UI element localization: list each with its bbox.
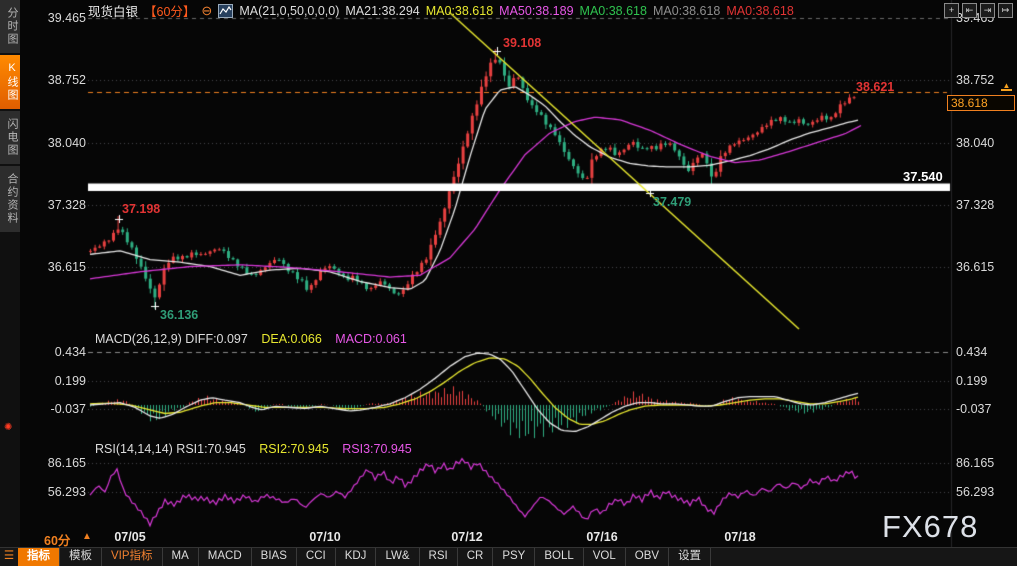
- chart-type-icon[interactable]: [218, 4, 233, 18]
- trendline-value-label: 37.479: [653, 195, 691, 209]
- date-tick: 07/12: [451, 530, 482, 544]
- price-axis-right: 37.328: [956, 198, 994, 212]
- macd-params: MACD(26,12,9) DIFF:0.097: [95, 332, 248, 346]
- toolbar-tab-vol[interactable]: VOL: [584, 548, 626, 566]
- pan-icon[interactable]: ↦: [998, 3, 1013, 18]
- swing-high-label: 39.108: [503, 36, 541, 50]
- indicator-toolbar: ☰ 指标 模板 VIP指标 MA MACD BIAS CCI KDJ LW& R…: [0, 547, 1017, 566]
- rsi-axis-left: 56.293: [36, 485, 86, 499]
- price-axis-left: 36.615: [36, 260, 86, 274]
- chart-tool-icons: + ⇤ ⇥ ↦: [944, 3, 1013, 18]
- sidebar-tab-timeline[interactable]: 分时图: [0, 0, 20, 53]
- rsi-header[interactable]: RSI(14,14,14) RSI1:70.945 RSI2:70.945 RS…: [95, 442, 412, 456]
- toolbar-tab-kdj[interactable]: KDJ: [336, 548, 377, 566]
- rsi3-value: RSI3:70.945: [342, 442, 412, 456]
- macd-axis-right: -0.037: [956, 402, 991, 416]
- ma0-yellow-value: MA0:38.618: [426, 4, 493, 18]
- sidebar-tab-contract-info[interactable]: 合约资料: [0, 166, 20, 232]
- toolbar-tab-settings[interactable]: 设置: [669, 548, 711, 566]
- menu-icon[interactable]: ☰: [0, 548, 18, 566]
- scale-left-icon[interactable]: ⇤: [962, 3, 977, 18]
- macd-axis-left: 0.199: [36, 374, 86, 388]
- toolbar-tab-vip-indicators[interactable]: VIP指标: [102, 548, 163, 566]
- sidebar-tab-kline[interactable]: K线图: [0, 55, 20, 109]
- price-axis-left: 38.752: [36, 73, 86, 87]
- macd-axis-right: 0.434: [956, 345, 987, 359]
- ma-formula: MA(21,0,50,0,0,0): [239, 4, 339, 18]
- toolbar-tab-obv[interactable]: OBV: [626, 548, 669, 566]
- last-price-box: 38.618: [947, 95, 1015, 111]
- sidebar-tab-flash[interactable]: 闪电图: [0, 111, 20, 164]
- trading-app-window: 分时图 K线图 闪电图 合约资料 ✺ 现货白银 【60分】 ⊖ MA(21,0,…: [0, 0, 1017, 566]
- macd-axis-right: 0.199: [956, 374, 987, 388]
- collapse-icon[interactable]: ⊖: [201, 3, 212, 19]
- toolbar-tab-indicators[interactable]: 指标: [18, 548, 60, 566]
- dashed-line-price-label: 38.621: [856, 80, 894, 94]
- price-axis-right: 38.752: [956, 73, 994, 87]
- period-label[interactable]: 【60分】: [144, 1, 195, 20]
- toolbar-tab-templates[interactable]: 模板: [60, 548, 102, 566]
- date-tick: 07/10: [309, 530, 340, 544]
- rsi-axis-right: 56.293: [956, 485, 994, 499]
- toolbar-tab-rsi[interactable]: RSI: [420, 548, 458, 566]
- rsi-axis-right: 86.165: [956, 456, 994, 470]
- scale-right-icon[interactable]: ⇥: [980, 3, 995, 18]
- toolbar-tab-psy[interactable]: PSY: [493, 548, 535, 566]
- price-axis-right: 36.615: [956, 260, 994, 274]
- swing-low-label: 36.136: [160, 308, 198, 322]
- support-band-price-label: 37.540: [903, 169, 943, 184]
- macd-axis-left: -0.037: [36, 402, 86, 416]
- last-price-pennant-icon: ▲: [1001, 82, 1012, 91]
- ma50-value: MA50:38.189: [499, 4, 573, 18]
- toolbar-tab-ma[interactable]: MA: [163, 548, 199, 566]
- macd-macd-value: MACD:0.061: [335, 332, 407, 346]
- chart-header: 现货白银 【60分】 ⊖ MA(21,0,50,0,0,0) MA21:38.2…: [88, 3, 794, 18]
- macd-axis-left: 0.434: [36, 345, 86, 359]
- symbol-name: 现货白银: [88, 1, 138, 20]
- date-tick: 07/05: [114, 530, 145, 544]
- fx678-watermark: FX678: [882, 509, 978, 545]
- date-tick: 07/18: [724, 530, 755, 544]
- toolbar-tab-bias[interactable]: BIAS: [252, 548, 297, 566]
- date-tick: 07/16: [586, 530, 617, 544]
- price-axis-left: 39.465: [36, 11, 86, 25]
- macd-header[interactable]: MACD(26,12,9) DIFF:0.097 DEA:0.066 MACD:…: [95, 332, 407, 346]
- ma0-red-value: MA0:38.618: [726, 4, 793, 18]
- price-axis-right: 38.040: [956, 136, 994, 150]
- swing-high-label: 37.198: [122, 202, 160, 216]
- toolbar-tab-boll[interactable]: BOLL: [535, 548, 583, 566]
- toolbar-tab-macd[interactable]: MACD: [199, 548, 252, 566]
- macd-dea-value: DEA:0.066: [261, 332, 321, 346]
- timeframe-up-icon[interactable]: ▲: [82, 531, 92, 542]
- price-axis-left: 37.328: [36, 198, 86, 212]
- left-sidebar: 分时图 K线图 闪电图 合约资料 ✺: [0, 0, 20, 566]
- ma0-gray-value: MA0:38.618: [653, 4, 720, 18]
- crosshair-icon[interactable]: +: [944, 3, 959, 18]
- toolbar-tab-cr[interactable]: CR: [458, 548, 494, 566]
- alert-icon[interactable]: ✺: [4, 422, 12, 433]
- toolbar-tab-lw[interactable]: LW&: [376, 548, 419, 566]
- ma21-value: MA21:38.294: [345, 4, 419, 18]
- ma0-green-value: MA0:38.618: [580, 4, 647, 18]
- rsi2-value: RSI2:70.945: [259, 442, 329, 456]
- toolbar-tab-cci[interactable]: CCI: [297, 548, 336, 566]
- rsi-axis-left: 86.165: [36, 456, 86, 470]
- rsi-params: RSI(14,14,14) RSI1:70.945: [95, 442, 246, 456]
- price-axis-left: 38.040: [36, 136, 86, 150]
